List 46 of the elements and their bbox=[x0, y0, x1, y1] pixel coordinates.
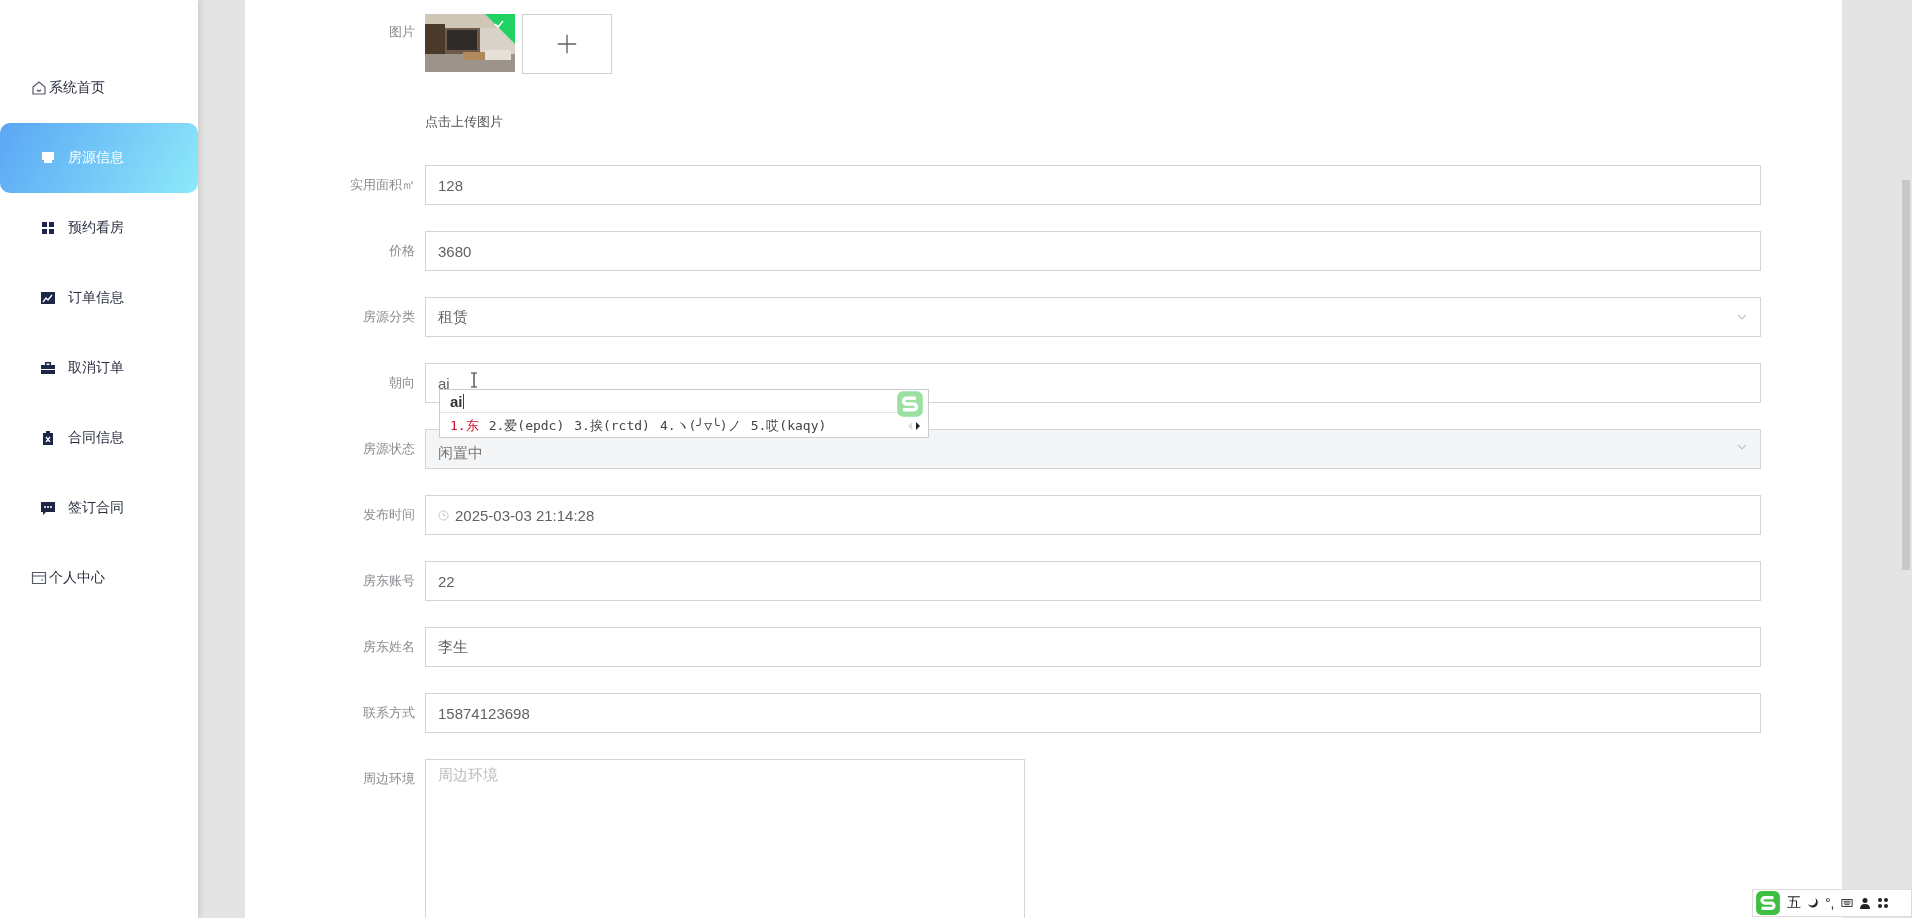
menu-item[interactable]: 合同信息 bbox=[0, 403, 198, 473]
field-label: 图片 bbox=[388, 23, 416, 41]
field-label: 房东账号 bbox=[362, 572, 416, 590]
input-field[interactable]: 3680 bbox=[425, 231, 1761, 271]
input-field[interactable]: 128 bbox=[425, 165, 1761, 205]
field-label: 朝向 bbox=[388, 374, 416, 392]
menu-item[interactable]: 系统首页 bbox=[0, 53, 198, 123]
menu-item[interactable]: 预约看房 bbox=[0, 193, 198, 263]
text-cursor-icon bbox=[470, 372, 478, 388]
scrollbar-thumb[interactable] bbox=[1902, 180, 1910, 570]
wallet-icon bbox=[31, 570, 47, 586]
plus-icon bbox=[556, 33, 578, 55]
field-label: 房源状态 bbox=[362, 440, 416, 458]
input-field[interactable]: 15874123698 bbox=[425, 693, 1761, 733]
page-arrows-icon[interactable] bbox=[906, 419, 922, 432]
person-icon[interactable] bbox=[1858, 897, 1871, 909]
clipboard-icon bbox=[40, 430, 56, 446]
briefcase-icon bbox=[40, 360, 56, 376]
home-icon bbox=[31, 80, 47, 96]
menu-item[interactable]: 个人中心 bbox=[0, 543, 198, 613]
field-label: 房东姓名 bbox=[362, 638, 416, 656]
field-label: 价格 bbox=[388, 242, 416, 260]
menu-item[interactable]: 订单信息 bbox=[0, 263, 198, 333]
menu-item[interactable]: 取消订单 bbox=[0, 333, 198, 403]
field-label: 发布时间 bbox=[362, 506, 416, 524]
field-label: 周边环境 bbox=[362, 770, 416, 788]
field-label: 房源分类 bbox=[362, 308, 416, 326]
placeholder: 周边环境 bbox=[438, 766, 498, 785]
chat-icon bbox=[40, 500, 56, 516]
field-label: 联系方式 bbox=[362, 704, 416, 722]
input-field[interactable]: 22 bbox=[425, 561, 1761, 601]
clock-icon bbox=[438, 509, 449, 521]
grid-icon[interactable] bbox=[1876, 897, 1889, 909]
chart-icon bbox=[40, 290, 56, 306]
select-field[interactable]: 租赁 bbox=[425, 297, 1761, 337]
punctuation-mode[interactable]: °, bbox=[1825, 895, 1835, 911]
keyboard-icon[interactable] bbox=[1840, 897, 1853, 909]
upload-hint: 点击上传图片 bbox=[425, 113, 503, 131]
grid-icon bbox=[40, 220, 56, 236]
moon-icon[interactable] bbox=[1807, 897, 1819, 909]
input-field[interactable]: 李生 bbox=[425, 627, 1761, 667]
date-field[interactable]: 2025-03-03 21:14:28 bbox=[425, 495, 1761, 535]
field-label: 实用面积㎡ bbox=[349, 176, 416, 194]
input-mode[interactable]: 五 bbox=[1787, 894, 1801, 912]
menu-item[interactable]: 签订合同 bbox=[0, 473, 198, 543]
tray-icon bbox=[40, 150, 56, 166]
